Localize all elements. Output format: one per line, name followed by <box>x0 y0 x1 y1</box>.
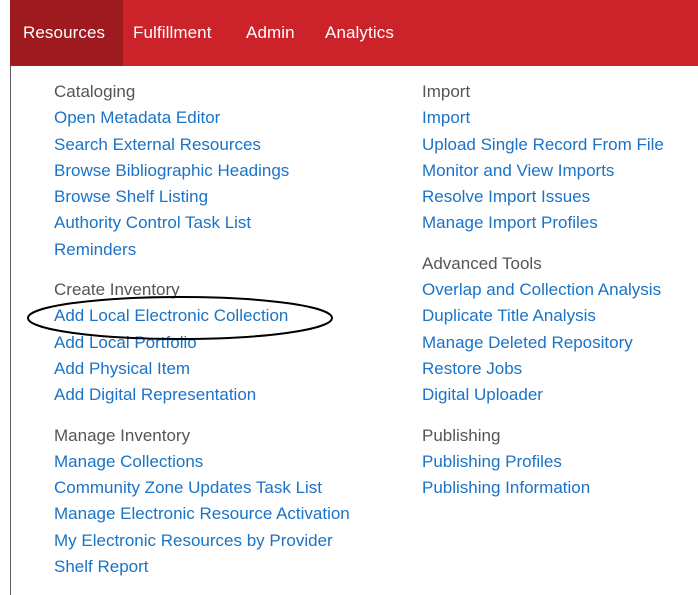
group-heading-publishing: Publishing <box>422 425 501 445</box>
group-advanced-tools: Advanced Tools Overlap and Collection An… <box>422 251 664 409</box>
group-heading-create-inventory: Create Inventory <box>54 280 180 300</box>
link-resolve-import-issues[interactable]: Resolve Import Issues <box>422 184 664 210</box>
group-create-inventory: Create Inventory Add Local Electronic Co… <box>54 277 350 408</box>
link-import[interactable]: Import <box>422 105 664 131</box>
menu-column-left: Cataloging Open Metadata Editor Search E… <box>54 79 350 594</box>
group-manage-inventory: Manage Inventory Manage Collections Comm… <box>54 423 350 581</box>
group-publishing: Publishing Publishing Profiles Publishin… <box>422 423 664 502</box>
link-search-external-resources[interactable]: Search External Resources <box>54 132 350 158</box>
link-community-zone-updates-task-list[interactable]: Community Zone Updates Task List <box>54 475 350 501</box>
link-add-local-electronic-collection[interactable]: Add Local Electronic Collection <box>54 303 350 329</box>
top-nav-bar: Resources Fulfillment Admin Analytics <box>10 0 698 66</box>
link-manage-import-profiles[interactable]: Manage Import Profiles <box>422 210 664 236</box>
link-manage-electronic-resource-activation[interactable]: Manage Electronic Resource Activation <box>54 501 350 527</box>
link-authority-control-task-list[interactable]: Authority Control Task List <box>54 210 350 236</box>
link-open-metadata-editor[interactable]: Open Metadata Editor <box>54 105 350 131</box>
menu-left-border <box>10 66 11 595</box>
link-shelf-report[interactable]: Shelf Report <box>54 554 350 580</box>
group-heading-manage-inventory: Manage Inventory <box>54 425 191 445</box>
tab-fulfillment[interactable]: Fulfillment <box>133 0 212 66</box>
link-my-electronic-resources-by-provider[interactable]: My Electronic Resources by Provider <box>54 528 350 554</box>
tab-analytics[interactable]: Analytics <box>325 0 394 66</box>
link-browse-bibliographic-headings[interactable]: Browse Bibliographic Headings <box>54 158 350 184</box>
link-publishing-profiles[interactable]: Publishing Profiles <box>422 449 664 475</box>
tab-analytics-label: Analytics <box>325 23 394 42</box>
tab-admin-label: Admin <box>246 23 295 42</box>
tab-admin[interactable]: Admin <box>246 0 295 66</box>
group-heading-cataloging: Cataloging <box>54 82 136 101</box>
link-manage-collections[interactable]: Manage Collections <box>54 449 350 475</box>
group-heading-advanced-tools: Advanced Tools <box>422 253 542 273</box>
group-import: Import Import Upload Single Record From … <box>422 79 664 237</box>
link-monitor-and-view-imports[interactable]: Monitor and View Imports <box>422 158 664 184</box>
link-browse-shelf-listing[interactable]: Browse Shelf Listing <box>54 184 350 210</box>
link-duplicate-title-analysis[interactable]: Duplicate Title Analysis <box>422 303 664 329</box>
link-reminders[interactable]: Reminders <box>54 237 350 263</box>
tab-resources-label: Resources <box>23 23 106 42</box>
link-upload-single-record-from-file[interactable]: Upload Single Record From File <box>422 132 664 158</box>
link-manage-deleted-repository[interactable]: Manage Deleted Repository <box>422 330 664 356</box>
tab-resources[interactable]: Resources <box>10 0 123 66</box>
link-publishing-information[interactable]: Publishing Information <box>422 475 664 501</box>
group-heading-import: Import <box>422 82 471 101</box>
link-restore-jobs[interactable]: Restore Jobs <box>422 356 664 382</box>
link-add-physical-item[interactable]: Add Physical Item <box>54 356 350 382</box>
tab-fulfillment-label: Fulfillment <box>133 23 212 42</box>
group-cataloging: Cataloging Open Metadata Editor Search E… <box>54 79 350 263</box>
link-add-digital-representation[interactable]: Add Digital Representation <box>54 382 350 408</box>
link-digital-uploader[interactable]: Digital Uploader <box>422 382 664 408</box>
link-overlap-and-collection-analysis[interactable]: Overlap and Collection Analysis <box>422 277 664 303</box>
link-add-local-portfolio[interactable]: Add Local Portfolio <box>54 330 350 356</box>
menu-column-right: Import Import Upload Single Record From … <box>422 79 664 515</box>
